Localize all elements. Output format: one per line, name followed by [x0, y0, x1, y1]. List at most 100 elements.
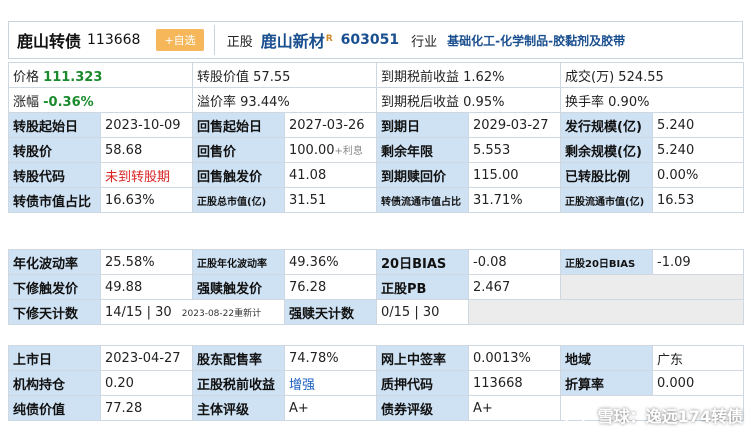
turnover-rate-cell: 换手率 0.90% [559, 87, 745, 113]
term-value: 2027-03-26 [284, 112, 377, 138]
term-value: 0.00% [651, 162, 745, 188]
put-price-value: 100.00 [289, 143, 335, 158]
down-trigger-value: 49.88 [100, 274, 193, 300]
term-label: 正股总市值(亿) [192, 187, 285, 213]
down-days-note: 2023-08-22重新计 [181, 308, 262, 319]
term-label: 转股价 [8, 137, 101, 163]
info-row: 上市日 2023-04-27 股东配售率 74.78% 网上中签率 0.0013… [8, 345, 744, 371]
add-watchlist-button[interactable]: +自选 [156, 29, 204, 51]
down-days-cell: 14/15 | 30 2023-08-22重新计 [100, 299, 285, 325]
premium-value: 93.44% [240, 94, 290, 110]
inst-value: 0.20 [100, 370, 193, 396]
term-label: 回售价 [192, 137, 285, 163]
term-label: 到期赎回价 [376, 162, 469, 188]
bond-rating-label: 债券评级 [376, 395, 469, 421]
bond-header: 鹿山转债 113668 +自选 正股 鹿山新材R 603051 行业 基础化工-… [8, 21, 743, 59]
bond-name[interactable]: 鹿山转债 [17, 28, 81, 52]
list-date-value: 2023-04-27 [100, 345, 193, 371]
bias-label: 20日BIAS [376, 249, 469, 275]
term-value: 2023-10-09 [100, 112, 193, 138]
subject-rating-label: 主体评级 [192, 395, 285, 421]
conv-value-cell: 转股价值 57.55 [192, 62, 377, 88]
pledge-label: 质押代码 [376, 370, 469, 396]
ytm-pre-cell: 到期税前收益 1.62% [376, 62, 561, 88]
put-price-extra: +利息 [334, 146, 363, 157]
down-trigger-label: 下修触发价 [8, 274, 101, 300]
ytm-post-label: 到期税后收益 [381, 94, 460, 110]
risk-row: 下修触发价 49.88 强赎触发价 76.28 正股PB 2.467 [8, 274, 744, 300]
divider [213, 25, 215, 55]
stock-bias-value: -1.09 [652, 249, 744, 275]
term-label: 回售起始日 [192, 112, 285, 138]
discount-label: 折算率 [560, 370, 653, 396]
term-label: 正股流通市值(亿) [560, 187, 653, 213]
stock-label: 正股 [226, 34, 253, 50]
redeem-days-label: 强赎天计数 [284, 299, 377, 325]
inst-label: 机构持仓 [8, 370, 101, 396]
change-label: 涨幅 [13, 94, 40, 110]
ytm-post-cell: 到期税后收益 0.95% [376, 87, 561, 113]
conv-value: 57.55 [253, 69, 291, 85]
terms-row: 转债市值占比 16.63% 正股总市值(亿) 31.51 转债流通市值占比 31… [8, 187, 745, 213]
bias-value: -0.08 [468, 249, 561, 275]
price-label: 价格 [13, 69, 40, 85]
bond-code: 113668 [87, 32, 141, 48]
pb-label: 正股PB [376, 274, 469, 300]
subject-rating-value: A+ [284, 395, 377, 421]
turnover-amt-label: 成交(万) [565, 69, 615, 85]
bond-value-value: 77.28 [100, 395, 193, 421]
vol-value: 25.58% [100, 249, 193, 275]
industry-label: 行业 [411, 34, 438, 50]
ytm-post-value: 0.95% [463, 94, 505, 110]
placement-label: 股东配售率 [192, 345, 285, 371]
change-value: -0.36% [43, 94, 94, 110]
term-value: 16.53 [651, 187, 745, 213]
price-value: 111.323 [43, 69, 103, 85]
region-value: 广东 [652, 345, 744, 371]
term-label: 剩余规模(亿) [560, 137, 653, 163]
lottery-value: 0.0013% [468, 345, 561, 371]
stock-code-link[interactable]: 603051 [341, 32, 399, 48]
term-label: 发行规模(亿) [560, 112, 653, 138]
watermark-text: 雪球：逸远174转债 [597, 407, 743, 426]
term-label: 到期日 [376, 112, 469, 138]
snowball-logo-icon [564, 414, 586, 422]
premium-cell: 溢价率 93.44% [192, 87, 377, 113]
stock-name: 鹿山新材 [260, 32, 325, 51]
premium-label: 溢价率 [197, 94, 237, 110]
terms-row: 转股起始日 2023-10-09 回售起始日 2027-03-26 到期日 20… [8, 112, 745, 138]
term-label: 回售触发价 [192, 162, 285, 188]
down-days-label: 下修天计数 [8, 299, 101, 325]
change-cell: 涨幅 -0.36% [8, 87, 193, 113]
price-cell: 价格 111.323 [8, 62, 193, 88]
term-label: 已转股比例 [560, 162, 653, 188]
term-value: 115.00 [468, 162, 561, 188]
term-value: 5.240 [651, 137, 745, 163]
registered-mark: R [325, 33, 333, 44]
term-value: 5.553 [468, 137, 561, 163]
quote-row-2: 涨幅 -0.36% 溢价率 93.44% 到期税后收益 0.95% 换手率 0.… [8, 87, 745, 113]
turnover-amt-cell: 成交(万) 524.55 [559, 62, 745, 88]
term-label: 转股代码 [8, 162, 101, 188]
terms-row: 转股价 58.68 回售价 100.00+利息 剩余年限 5.553 剩余规模(… [8, 137, 745, 163]
stock-name-link[interactable]: 鹿山新材R [261, 28, 333, 52]
term-value: 2029-03-27 [468, 112, 561, 138]
quote-terms-table: 价格 111.323 转股价值 57.55 到期税前收益 1.62% 成交(万)… [8, 62, 745, 213]
watermark: 雪球：逸远174转债 [564, 403, 743, 427]
term-label: 转债市值占比 [8, 187, 101, 213]
industry-link[interactable]: 基础化工-化学制品-胶黏剂及胶带 [447, 32, 625, 49]
term-value: 16.63% [100, 187, 193, 213]
terms-row: 转股代码 未到转股期 回售触发价 41.08 到期赎回价 115.00 已转股比… [8, 162, 745, 188]
term-value: 100.00+利息 [284, 137, 377, 163]
turnover-rate-value: 0.90% [608, 94, 650, 110]
stock-vol-label: 正股年化波动率 [192, 249, 285, 275]
term-label: 转股起始日 [8, 112, 101, 138]
ytm-pre-value: 1.62% [463, 69, 505, 85]
term-label: 剩余年限 [376, 137, 469, 163]
discount-value: 0.000 [652, 370, 744, 396]
stock-ytm-link[interactable]: 增强 [284, 370, 377, 396]
risk-row: 年化波动率 25.58% 正股年化波动率 49.36% 20日BIAS -0.0… [8, 249, 744, 275]
term-value: 31.71% [468, 187, 561, 213]
bond-value-label: 纯债价值 [8, 395, 101, 421]
turnover-amt-value: 524.55 [618, 69, 664, 85]
